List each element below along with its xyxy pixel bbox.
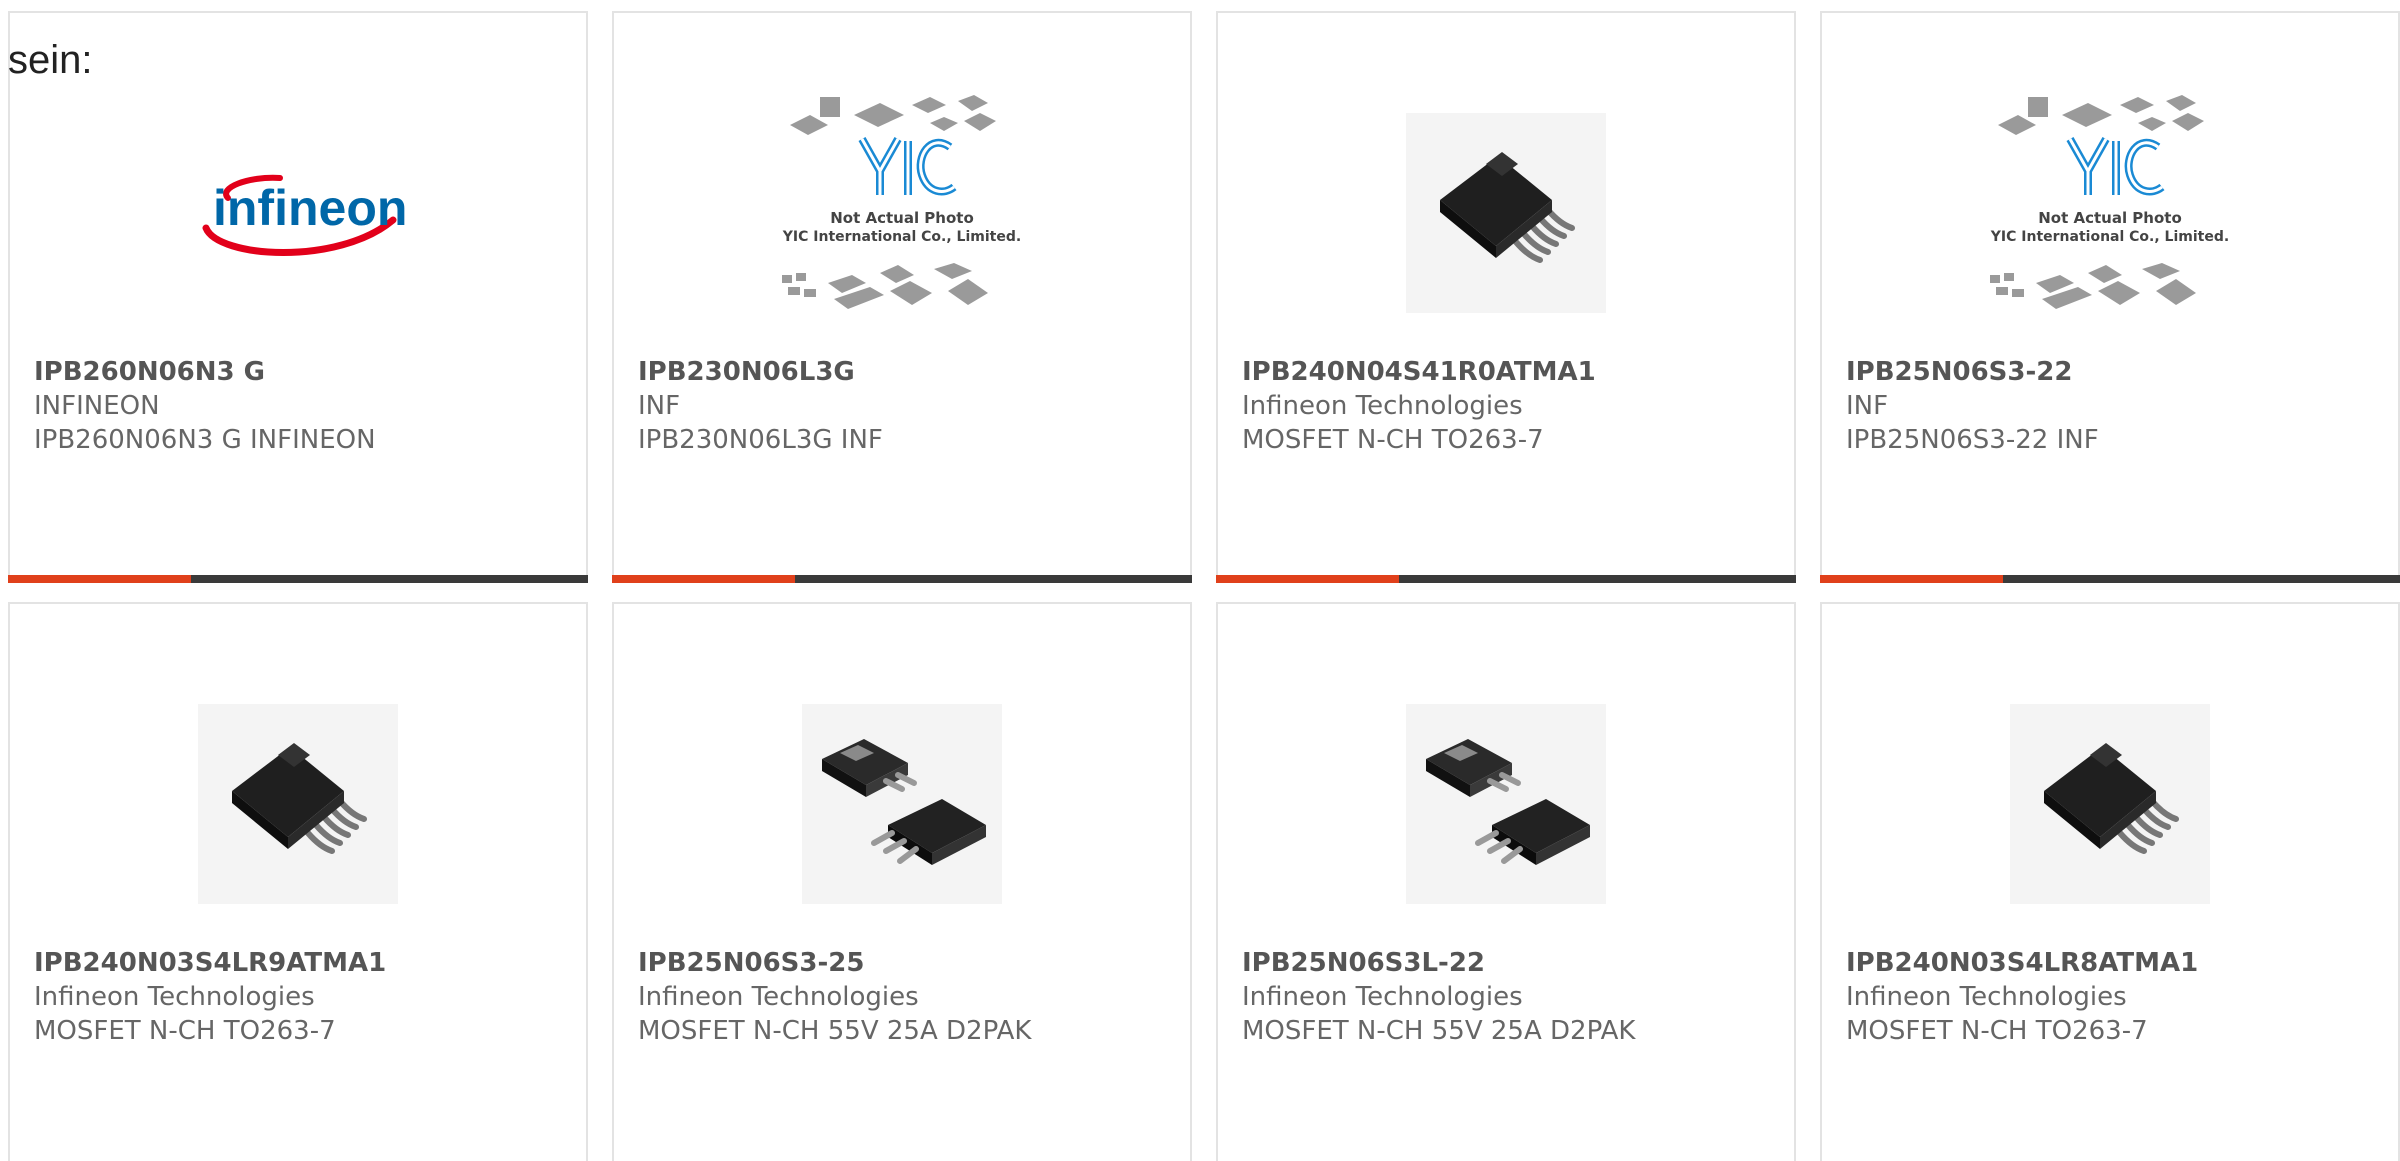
- card-bottom-bar: [612, 575, 1192, 583]
- card-bottom-bar: [1820, 575, 2400, 583]
- product-image[interactable]: [10, 664, 586, 944]
- d2pak-chip-icon: [1426, 739, 1590, 865]
- svg-text:infineon: infineon: [213, 180, 407, 236]
- product-card[interactable]: IPB240N04S41R0ATMA1 Infineon Technologie…: [1216, 11, 1796, 583]
- chip-photo: [198, 704, 398, 904]
- description: IPB25N06S3-22 INF: [1846, 425, 2099, 455]
- part-number[interactable]: IPB230N06L3G: [638, 355, 1170, 389]
- intro-text: sein:: [8, 38, 93, 82]
- manufacturer: INF: [1846, 391, 1889, 421]
- description: IPB260N06N3 G INFINEON: [34, 425, 376, 455]
- card-bottom-bar: [1216, 575, 1796, 583]
- to263-7-chip-icon: [1440, 152, 1575, 263]
- to263-7-chip-icon: [232, 743, 367, 854]
- yic-placeholder-icon: Not Actual Photo YIC International Co., …: [782, 95, 1021, 309]
- product-card[interactable]: Not Actual Photo YIC International Co., …: [612, 11, 1192, 583]
- chip-photo: [1406, 113, 1606, 313]
- manufacturer: Infineon Technologies: [1242, 391, 1523, 421]
- product-image[interactable]: [614, 664, 1190, 944]
- description: IPB230N06L3G INF: [638, 425, 883, 455]
- product-image[interactable]: Not Actual Photo YIC International Co., …: [614, 73, 1190, 353]
- svg-text:YIC International Co., Limited: YIC International Co., Limited.: [1990, 229, 2229, 245]
- description: MOSFET N-CH 55V 25A D2PAK: [638, 1016, 1032, 1046]
- description: MOSFET N-CH TO263-7: [34, 1016, 336, 1046]
- manufacturer: INF: [638, 391, 681, 421]
- part-number[interactable]: IPB25N06S3-25: [638, 946, 1170, 980]
- product-card[interactable]: IPB25N06S3L-22 Infineon Technologies MOS…: [1216, 602, 1796, 1161]
- svg-text:Not Actual Photo: Not Actual Photo: [2038, 209, 2182, 227]
- description: MOSFET N-CH TO263-7: [1846, 1016, 2148, 1046]
- card-bottom-bar: [8, 575, 588, 583]
- d2pak-chip-icon: [822, 739, 986, 865]
- manufacturer: Infineon Technologies: [1242, 982, 1523, 1012]
- part-number[interactable]: IPB240N04S41R0ATMA1: [1242, 355, 1774, 389]
- product-image[interactable]: infineon: [10, 73, 586, 353]
- product-card[interactable]: IPB240N03S4LR9ATMA1 Infineon Technologie…: [8, 602, 588, 1161]
- description: MOSFET N-CH TO263-7: [1242, 425, 1544, 455]
- part-number[interactable]: IPB25N06S3L-22: [1242, 946, 1774, 980]
- manufacturer: Infineon Technologies: [34, 982, 315, 1012]
- chip-photo: [2010, 704, 2210, 904]
- product-image[interactable]: [1218, 664, 1794, 944]
- svg-text:YIC International Co., Limited: YIC International Co., Limited.: [782, 229, 1021, 245]
- infineon-logo-icon: infineon: [202, 174, 407, 256]
- part-number[interactable]: IPB240N03S4LR8ATMA1: [1846, 946, 2378, 980]
- manufacturer: INFINEON: [34, 391, 160, 421]
- manufacturer: Infineon Technologies: [1846, 982, 2127, 1012]
- part-number[interactable]: IPB260N06N3 G: [34, 355, 566, 389]
- manufacturer: Infineon Technologies: [638, 982, 919, 1012]
- product-image[interactable]: [1822, 664, 2398, 944]
- yic-placeholder-icon: Not Actual Photo YIC International Co., …: [1990, 95, 2229, 309]
- product-image[interactable]: [1218, 73, 1794, 353]
- product-card[interactable]: IPB240N03S4LR8ATMA1 Infineon Technologie…: [1820, 602, 2400, 1161]
- product-card[interactable]: infineon IPB260N06N3 G INFINEON IPB260N0…: [8, 11, 588, 583]
- product-card[interactable]: Not Actual Photo YIC International Co., …: [1820, 11, 2400, 583]
- product-card[interactable]: IPB25N06S3-25 Infineon Technologies MOSF…: [612, 602, 1192, 1161]
- part-number[interactable]: IPB240N03S4LR9ATMA1: [34, 946, 566, 980]
- chip-photo: [802, 704, 1002, 904]
- product-image[interactable]: Not Actual Photo YIC International Co., …: [1822, 73, 2398, 353]
- description: MOSFET N-CH 55V 25A D2PAK: [1242, 1016, 1636, 1046]
- chip-photo: [1406, 704, 1606, 904]
- svg-text:Not Actual Photo: Not Actual Photo: [830, 209, 974, 227]
- part-number[interactable]: IPB25N06S3-22: [1846, 355, 2378, 389]
- to263-7-chip-icon: [2044, 743, 2179, 854]
